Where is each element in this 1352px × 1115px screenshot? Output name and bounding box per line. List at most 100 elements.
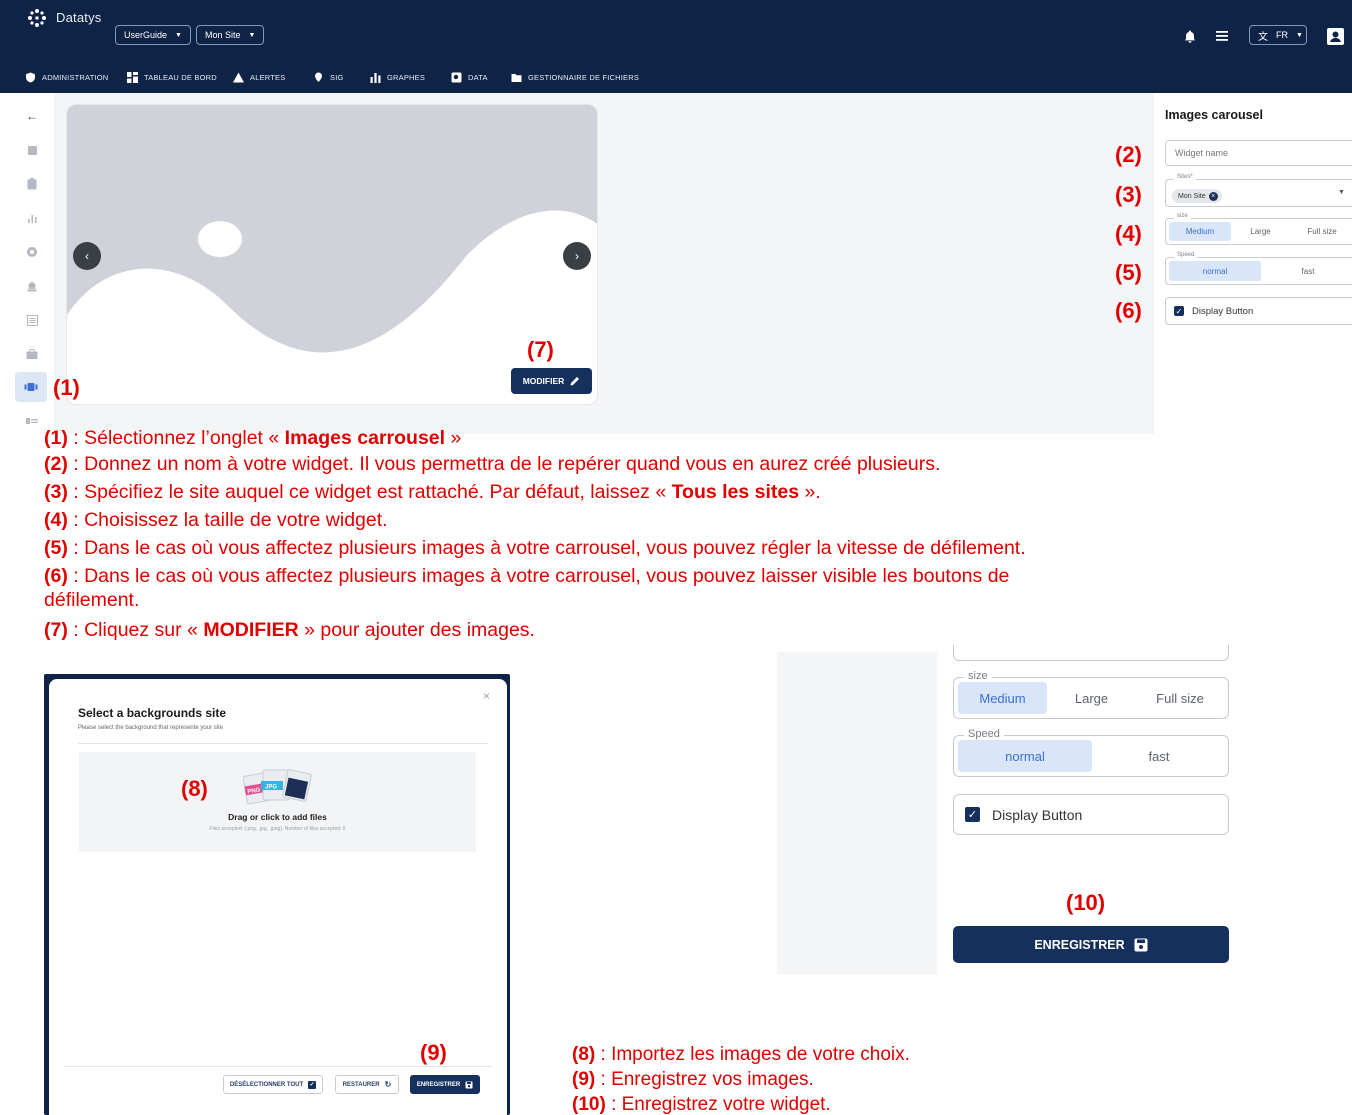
speed-legend: Speed (1174, 252, 1198, 258)
deselect-all-label: DÉSÉLECTIONNER TOUT (229, 1081, 304, 1088)
zoom-widget-name-input[interactable] (953, 645, 1229, 661)
zoom-size-option-medium[interactable]: Medium (958, 682, 1047, 714)
speed-option-normal[interactable]: normal (1169, 261, 1261, 281)
image-widget-icon[interactable] (24, 142, 40, 158)
size-option-large[interactable]: Large (1233, 222, 1288, 241)
zoom-side-strip (777, 652, 937, 974)
nav-graphes[interactable]: GRAPHES (370, 72, 425, 83)
camera-widget-icon[interactable] (24, 244, 40, 260)
sites-select[interactable]: Sites* Mon Site × ▼ (1165, 174, 1352, 207)
display-button-label: Display Button (1192, 305, 1254, 317)
nav-sig[interactable]: SIG (313, 72, 344, 83)
zoom-speed-option-normal[interactable]: normal (958, 740, 1092, 772)
nav-alertes[interactable]: ALERTES (233, 72, 285, 83)
widget-name-input[interactable] (1165, 140, 1352, 166)
nav-label: TABLEAU DE BORD (144, 73, 217, 82)
images-carousel-tab[interactable] (15, 372, 47, 402)
restore-button[interactable]: RESTAURER ↻ (335, 1075, 399, 1094)
zoom-save-button[interactable]: ENREGISTRER (953, 926, 1229, 963)
clipboard-widget-icon[interactable] (24, 176, 40, 192)
chevron-left-icon: ‹ (85, 249, 89, 263)
back-arrow-icon[interactable]: ← (24, 108, 40, 124)
instruction-3: (3) : Spécifiez le site auquel ce widget… (44, 481, 821, 504)
carousel-preview (66, 104, 598, 405)
zoom-display-button-option[interactable]: ✓ Display Button (953, 794, 1229, 835)
dropdown-arrow-icon[interactable]: ▼ (1338, 189, 1345, 196)
dialog-divider (78, 743, 488, 744)
site-select[interactable]: Mon Site ▼ (196, 25, 265, 45)
nav-label: GRAPHES (387, 73, 426, 82)
site-chip[interactable]: Mon Site × (1172, 189, 1222, 203)
zoom-display-button-label: Display Button (992, 806, 1083, 823)
modifier-button[interactable]: MODIFIER (511, 368, 592, 394)
instruction-text: : Enregistrez votre widget. (605, 1094, 831, 1115)
bell-icon[interactable] (1183, 28, 1197, 44)
instruction-9: (9) : Enregistrez vos images. (572, 1068, 814, 1091)
user-account-icon[interactable] (1326, 27, 1344, 45)
annotation-2: (2) (1115, 142, 1142, 167)
instruction-text: : Importez les images de votre choix. (595, 1044, 910, 1065)
table-widget-icon[interactable] (24, 312, 40, 328)
zoom-speed-option-fast[interactable]: fast (1094, 740, 1224, 772)
menu-icon[interactable] (1215, 28, 1229, 44)
briefcase-widget-icon[interactable] (24, 346, 40, 362)
placeholder-image-icon (67, 105, 597, 404)
instruction-number: (10) (572, 1094, 606, 1115)
sites-legend: Sites* (1174, 174, 1196, 180)
language-select[interactable]: 文 FR ▼ (1249, 25, 1307, 45)
instruction-6-cont: défilement. (44, 589, 140, 611)
instruction-text: : Dans le cas où vous affectez plusieurs… (67, 537, 1026, 559)
zoom-display-button-checkbox[interactable]: ✓ (965, 807, 980, 822)
size-option-medium[interactable]: Medium (1169, 222, 1231, 241)
nav-administration[interactable]: ADMINISTRATION (25, 72, 108, 83)
nav-label: ALERTES (250, 73, 286, 82)
display-button-checkbox[interactable]: ✓ (1174, 306, 1184, 316)
checkbox-icon: ✓ (308, 1080, 317, 1089)
alarm-widget-icon[interactable] (24, 278, 40, 294)
instruction-7: (7) : Cliquez sur « MODIFIER » pour ajou… (44, 619, 535, 642)
translate-icon: 文 (1258, 31, 1268, 43)
instruction-text: : Sélectionnez l’onglet « (67, 427, 285, 449)
svg-text:JPG: JPG (265, 785, 277, 791)
widget-name-field[interactable] (1166, 141, 1352, 165)
display-button-option[interactable]: ✓ Display Button (1165, 297, 1352, 325)
chart-widget-icon[interactable] (24, 210, 40, 226)
size-option-full[interactable]: Full size (1291, 222, 1352, 241)
save-icon (465, 1081, 473, 1088)
carousel-icon (24, 383, 38, 391)
chevron-down-icon: ▼ (1296, 31, 1303, 39)
refresh-icon: ↻ (384, 1080, 392, 1089)
list-widget-icon[interactable] (24, 416, 40, 426)
instruction-text: » (445, 427, 462, 449)
instruction-6: (6) : Dans le cas où vous affectez plusi… (44, 565, 1009, 588)
speed-toggle-group: Speed normal fast (1165, 252, 1352, 285)
close-icon[interactable]: × (483, 689, 490, 703)
zoom-size-option-full[interactable]: Full size (1136, 682, 1224, 714)
nav-tableau-de-bord[interactable]: TABLEAU DE BORD (127, 72, 217, 83)
nav-data[interactable]: DATA (451, 72, 488, 83)
zoom-size-option-large[interactable]: Large (1049, 682, 1134, 714)
datatys-logo-icon[interactable] (26, 7, 48, 29)
guide-select[interactable]: UserGuide ▼ (115, 25, 191, 45)
instruction-text: » pour ajouter des images. (298, 619, 535, 641)
instruction-text: : Donnez un nom à votre widget. Il vous … (67, 453, 941, 475)
dialog-save-button[interactable]: ENREGISTRER (410, 1075, 480, 1094)
instruction-10: (10) : Enregistrez votre widget. (572, 1093, 831, 1115)
instruction-bold: Images carrousel (284, 427, 446, 449)
annotation-6: (6) (1115, 298, 1142, 323)
dropzone-title: Drag or click to add files (228, 812, 327, 822)
annotation-9: (9) (420, 1040, 447, 1065)
instruction-text: : Dans le cas où vous affectez plusieurs… (67, 565, 1010, 587)
speed-option-fast[interactable]: fast (1263, 261, 1352, 281)
chevron-down-icon: ▼ (175, 31, 182, 39)
deselect-all-button[interactable]: DÉSÉLECTIONNER TOUT ✓ (223, 1075, 323, 1094)
instruction-1: (1) : Sélectionnez l’onglet « Images car… (44, 427, 461, 450)
nav-gestionnaire-fichiers[interactable]: GESTIONNAIRE DE FICHIERS (511, 72, 639, 83)
remove-chip-icon[interactable]: × (1208, 191, 1218, 201)
carousel-prev-button[interactable]: ‹ (73, 242, 101, 270)
carousel-next-button[interactable]: › (563, 242, 591, 270)
zoom-size-toggle-group: size Medium Large Full size (953, 670, 1229, 719)
instruction-number: (2) (44, 453, 68, 475)
size-toggle-group: size Medium Large Full size (1165, 213, 1352, 245)
instruction-number: (6) (44, 565, 68, 587)
